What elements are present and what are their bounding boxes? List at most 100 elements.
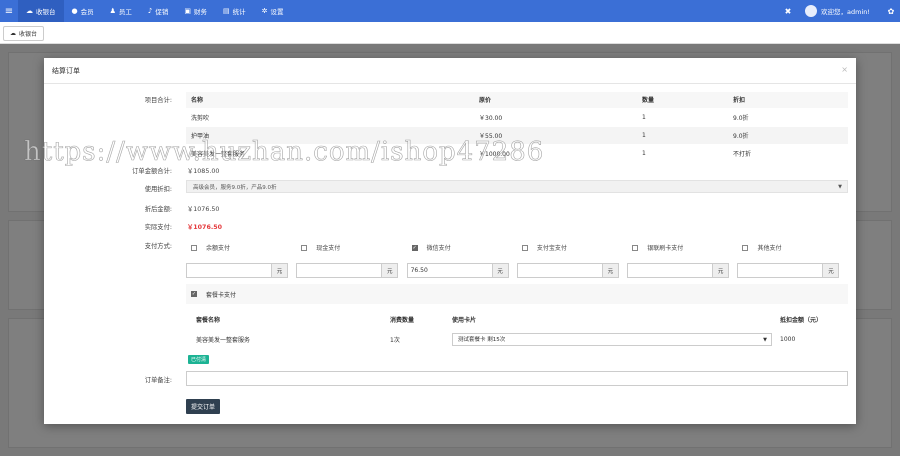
column-header: 套餐名称 bbox=[196, 316, 221, 324]
package-pay-option[interactable]: ✓ 套餐卡支付 bbox=[186, 284, 848, 304]
pay-option-balance[interactable]: 余额支付 bbox=[186, 240, 296, 255]
pay-option-label: 支付宝支付 bbox=[536, 245, 567, 252]
pay-option-label: 现金支付 bbox=[316, 245, 341, 252]
checkbox-checked[interactable]: ✓ bbox=[191, 291, 197, 297]
table-row: 美容美发一整套服务 ￥1000.00 1 不打折 bbox=[186, 143, 848, 162]
unit-addon: 元 bbox=[713, 263, 730, 278]
close-icon[interactable]: × bbox=[841, 65, 848, 74]
pay-amount-wechat: 元 bbox=[406, 263, 517, 279]
amount-input[interactable] bbox=[627, 263, 714, 278]
nav-item-stats[interactable]: ▤ 统计 bbox=[215, 0, 254, 22]
menu-icon[interactable]: ≡ bbox=[0, 6, 18, 17]
welcome-text[interactable]: 欢迎您，admin! bbox=[821, 6, 870, 16]
amount-input[interactable] bbox=[406, 263, 493, 278]
column-header: 数量 bbox=[637, 92, 728, 108]
items-total-label: 项目合计: bbox=[144, 97, 172, 104]
column-header: 原价 bbox=[474, 92, 637, 108]
pay-option-unionpay[interactable]: 银联刷卡支付 bbox=[627, 240, 737, 255]
submit-order-button[interactable]: 提交订单 bbox=[186, 399, 221, 414]
users-icon: ♟ bbox=[109, 7, 116, 15]
pay-option-wechat[interactable]: ✓ 微信支付 bbox=[407, 240, 517, 255]
pay-amount-balance: 元 bbox=[186, 263, 296, 279]
nav-item-finance[interactable]: ▣ 财务 bbox=[176, 0, 215, 22]
order-total-value: ￥1085.00 bbox=[187, 168, 220, 175]
checkbox[interactable] bbox=[742, 244, 749, 251]
amount-input[interactable] bbox=[737, 263, 824, 278]
tab-label: 收银台 bbox=[19, 31, 38, 38]
package-amount: 1000 bbox=[780, 335, 796, 343]
table-row: 洗剪吹 ￥30.00 1 9.0折 bbox=[186, 107, 848, 126]
nav-item-label: 设置 bbox=[270, 8, 284, 16]
table-cell: 9.0折 bbox=[728, 125, 848, 144]
package-name: 美容美发一整套服务 bbox=[196, 336, 251, 344]
unit-addon: 元 bbox=[823, 263, 840, 278]
pay-option-other[interactable]: 其他支付 bbox=[737, 240, 847, 255]
unit-addon: 元 bbox=[492, 263, 509, 278]
nav-item-label: 统计 bbox=[232, 8, 246, 16]
checkbox[interactable] bbox=[191, 244, 197, 251]
table-cell: 1 bbox=[637, 125, 728, 144]
table-cell: ￥30.00 bbox=[474, 107, 637, 126]
pay-amount-row: 元 元 元 元 元 元 bbox=[186, 263, 848, 279]
table-cell: 洗剪吹 bbox=[186, 107, 474, 126]
checkbox-checked[interactable]: ✓ bbox=[411, 244, 418, 251]
discount-label: 使用折扣: bbox=[144, 186, 172, 193]
checkout-modal: 结算订单 × 项目合计: 名称 原价 数量 折扣 洗剪吹 ￥30.00 1 9.… bbox=[44, 58, 856, 424]
tab-bar: ☁ 收银台 bbox=[0, 22, 900, 44]
card-select[interactable]: 测试套餐卡 剩15次 ▼ bbox=[452, 332, 772, 346]
table-row: 护甲油 ￥55.00 1 9.0折 bbox=[186, 125, 848, 144]
nav-item-label: 促销 bbox=[155, 8, 169, 16]
table-cell: 1 bbox=[637, 143, 728, 162]
package-card-cell: 测试套餐卡 剩15次 ▼ bbox=[452, 328, 780, 350]
column-header: 消费数量 bbox=[390, 316, 415, 324]
pay-method-options: 余额支付 现金支付 ✓ 微信支付 支付宝支付 银联刷卡支付 其他支付 bbox=[186, 240, 848, 255]
caret-down-icon: ▼ bbox=[763, 336, 767, 343]
pay-option-label: 余额支付 bbox=[206, 245, 231, 252]
checkbox[interactable] bbox=[632, 244, 639, 251]
after-discount-value: ￥1076.50 bbox=[187, 206, 220, 213]
nav-item-cashier[interactable]: ☁ 收银台 bbox=[18, 0, 64, 22]
bell-icon: ♪ bbox=[147, 7, 153, 15]
amount-input[interactable] bbox=[296, 263, 383, 278]
pay-option-label: 银联刷卡支付 bbox=[647, 245, 684, 252]
wallet-icon: ▣ bbox=[184, 7, 191, 15]
nav-item-label: 会员 bbox=[80, 8, 94, 16]
unit-addon: 元 bbox=[602, 263, 619, 278]
pay-option-cash[interactable]: 现金支付 bbox=[296, 240, 406, 255]
checkbox[interactable] bbox=[301, 244, 308, 251]
main-menu: ☁ 收银台 ● 会员 ♟ 员工 ♪ 促销 ▣ 财务 ▤ 统计 ✲ 设置 bbox=[18, 0, 291, 22]
after-discount-label: 折后金额: bbox=[144, 206, 172, 213]
remark-input[interactable] bbox=[186, 371, 848, 386]
cloud-icon: ☁ bbox=[26, 7, 33, 15]
cloud-icon: ☁ bbox=[10, 30, 16, 37]
unit-addon: 元 bbox=[382, 263, 399, 278]
modal-header: 结算订单 × bbox=[44, 58, 856, 84]
unit-addon: 元 bbox=[272, 263, 288, 278]
amount-input[interactable] bbox=[516, 263, 603, 278]
tools-icon[interactable]: ✖ bbox=[779, 7, 797, 16]
order-total-label: 订单金额合计: bbox=[132, 168, 172, 175]
settings-icon[interactable]: ✿ bbox=[882, 7, 900, 16]
nav-item-settings[interactable]: ✲ 设置 bbox=[254, 0, 292, 22]
actual-pay-value: ￥1076.50 bbox=[187, 224, 222, 231]
pay-option-alipay[interactable]: 支付宝支付 bbox=[517, 240, 627, 255]
column-header: 使用卡片 bbox=[452, 316, 477, 324]
table-cell: ￥55.00 bbox=[474, 125, 637, 144]
nav-item-label: 收银台 bbox=[36, 8, 56, 16]
amount-input[interactable] bbox=[186, 263, 272, 278]
package-count: 1次 bbox=[390, 336, 400, 344]
tab-cashier[interactable]: ☁ 收银台 bbox=[3, 26, 45, 41]
discount-select-value: 高级会员，服务9.0折，产品9.0折 bbox=[193, 184, 277, 191]
nav-right: ✖ 欢迎您，admin! ✿ bbox=[779, 0, 900, 22]
nav-item-promotion[interactable]: ♪ 促销 bbox=[140, 0, 176, 22]
pay-amount-other: 元 bbox=[737, 263, 847, 279]
nav-item-member[interactable]: ● 会员 bbox=[64, 0, 102, 22]
table-cell: 9.0折 bbox=[728, 107, 848, 126]
checkbox[interactable] bbox=[521, 244, 528, 251]
nav-item-staff[interactable]: ♟ 员工 bbox=[102, 0, 140, 22]
nav-item-label: 员工 bbox=[118, 8, 132, 16]
discount-select[interactable]: 高级会员，服务9.0折，产品9.0折 ▼ bbox=[186, 180, 848, 193]
avatar[interactable] bbox=[805, 5, 818, 17]
chart-icon: ▤ bbox=[222, 7, 230, 15]
pay-method-label: 支付方式: bbox=[144, 243, 172, 250]
